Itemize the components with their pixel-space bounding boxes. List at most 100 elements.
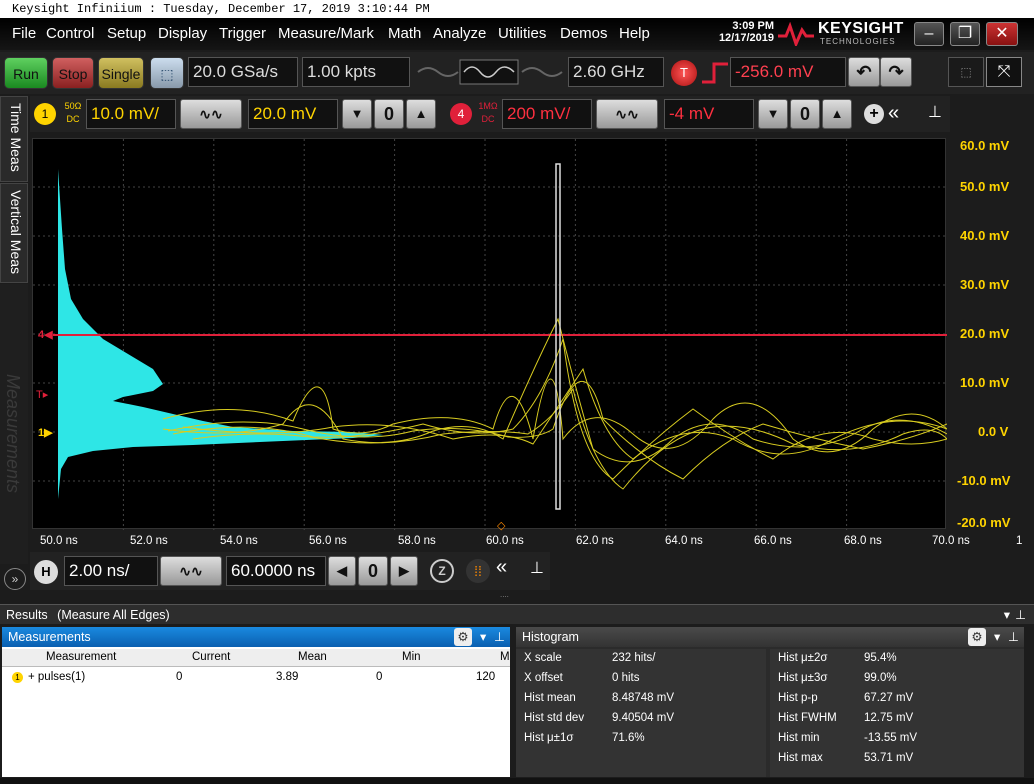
- ch4-ground-marker[interactable]: 4◀: [38, 328, 53, 341]
- stop-button[interactable]: Stop: [52, 57, 94, 89]
- ch1-down-icon[interactable]: ▼: [342, 99, 372, 129]
- col-measurement[interactable]: Measurement: [46, 651, 116, 663]
- trigger-position-marker[interactable]: ◇: [497, 519, 505, 532]
- bandwidth-field[interactable]: 2.60 GHz: [568, 57, 664, 87]
- ch4-zero-icon[interactable]: 0: [790, 99, 820, 129]
- undo-icon[interactable]: ↶: [848, 57, 880, 87]
- menu-file[interactable]: File: [12, 25, 36, 42]
- sample-rate-field[interactable]: 20.0 GSa/s: [188, 57, 298, 87]
- stat-key: Hist mean: [524, 692, 576, 704]
- touch-gesture-icon[interactable]: ⤧: [986, 57, 1022, 87]
- menu-trigger[interactable]: Trigger: [219, 25, 266, 42]
- collapse-icon[interactable]: «: [888, 102, 899, 125]
- trigger-marker[interactable]: T▸: [36, 388, 48, 401]
- menu-demos[interactable]: Demos: [560, 25, 608, 42]
- ch1-zero-icon[interactable]: 0: [374, 99, 404, 129]
- histogram-pin-icon[interactable]: ⊥: [1008, 627, 1019, 647]
- col-current[interactable]: Current: [192, 651, 230, 663]
- col-mean[interactable]: Mean: [298, 651, 327, 663]
- horizontal-zoom-icon[interactable]: ∿∿: [160, 556, 222, 586]
- tab-vertical-meas[interactable]: Vertical Meas: [0, 183, 28, 283]
- measurements-settings-icon[interactable]: ⚙: [454, 628, 472, 646]
- ch4-badge[interactable]: 4: [450, 103, 472, 125]
- clock: 3:09 PM 12/17/2019: [700, 20, 774, 44]
- histogram-dropdown-icon[interactable]: ▾: [994, 627, 1000, 647]
- horizontal-bar: H 2.00 ns/ ∿∿ 60.0000 ns ◀ 0 ▶ Z ⁞⁞ « ⊥: [30, 552, 550, 590]
- ch4-coupling[interactable]: 1MΩ DC: [476, 100, 500, 126]
- minimize-button[interactable]: –: [914, 22, 944, 46]
- waveform-display[interactable]: [32, 138, 948, 530]
- x-tick: 66.0 ns: [754, 535, 792, 547]
- measurements-pin-icon[interactable]: ⊥: [494, 627, 505, 647]
- stat-value: 67.27 mV: [864, 692, 914, 704]
- stat-key: Hist μ±3σ: [778, 672, 828, 684]
- col-max[interactable]: M: [500, 651, 510, 663]
- trigger-level-field[interactable]: -256.0 mV: [730, 57, 846, 87]
- expand-panel-icon[interactable]: »: [4, 568, 26, 590]
- tab-time-meas[interactable]: Time Meas: [0, 96, 28, 182]
- horizontal-position-field[interactable]: 60.0000 ns: [226, 556, 326, 586]
- toolbar: Run Stop Single ⬚ 20.0 GSa/s 1.00 kpts 2…: [0, 52, 1034, 94]
- y-tick: 60.0 mV: [960, 138, 1010, 153]
- zoom-icon[interactable]: Z: [430, 559, 454, 583]
- ch4-up-icon[interactable]: ▲: [822, 99, 852, 129]
- autoscale-icon[interactable]: ⬚: [150, 57, 184, 89]
- maximize-button[interactable]: ❐: [950, 22, 980, 46]
- close-button[interactable]: ✕: [986, 22, 1018, 46]
- menu-measure-mark[interactable]: Measure/Mark: [278, 25, 374, 42]
- single-button[interactable]: Single: [98, 57, 144, 89]
- horizontal-left-icon[interactable]: ◀: [328, 556, 356, 586]
- x-tick: 68.0 ns: [844, 535, 882, 547]
- menu-help[interactable]: Help: [619, 25, 650, 42]
- horizontal-zero-icon[interactable]: 0: [358, 556, 388, 586]
- horizontal-badge[interactable]: H: [34, 560, 58, 584]
- table-row[interactable]: 1 + pulses(1) 0 3.89 0 120: [2, 669, 510, 687]
- run-button[interactable]: Run: [4, 57, 48, 89]
- pin-horizontal-icon[interactable]: ⊥: [530, 558, 544, 578]
- zoom-box-icon[interactable]: ⬚: [948, 57, 984, 87]
- ch1-ground-marker[interactable]: 1▶: [38, 426, 53, 439]
- tab-vertical-meas-label: Vertical Meas: [8, 190, 24, 275]
- redo-icon[interactable]: ↷: [880, 57, 912, 87]
- ch1-row-badge: 1: [12, 672, 23, 683]
- ch1-up-icon[interactable]: ▲: [406, 99, 436, 129]
- splitter-handle[interactable]: ....: [500, 591, 520, 599]
- ch1-offset-field[interactable]: 20.0 mV: [248, 99, 338, 129]
- y-tick: 40.0 mV: [960, 228, 1010, 243]
- horizontal-right-icon[interactable]: ▶: [390, 556, 418, 586]
- ch4-scale-field[interactable]: 200 mV/: [502, 99, 592, 129]
- memory-depth-field[interactable]: 1.00 kpts: [302, 57, 410, 87]
- trigger-button[interactable]: T: [671, 60, 697, 86]
- col-min[interactable]: Min: [402, 651, 421, 663]
- stat-key: Hist FWHM: [778, 712, 837, 724]
- ch4-waveform-icon[interactable]: ∿∿: [596, 99, 658, 129]
- menu-control[interactable]: Control: [46, 25, 94, 42]
- tab-measurements[interactable]: Measurements: [0, 284, 28, 564]
- pin-icon[interactable]: ⊥: [928, 102, 942, 122]
- ch1-badge[interactable]: 1: [34, 103, 56, 125]
- menu-display[interactable]: Display: [158, 25, 207, 42]
- ch4-down-icon[interactable]: ▼: [758, 99, 788, 129]
- measurement-current: 0: [176, 671, 183, 683]
- results-pin-icon[interactable]: ⊥: [1015, 605, 1026, 625]
- ch1-coupling[interactable]: 50Ω DC: [62, 100, 84, 126]
- ch1-scale-field[interactable]: 10.0 mV/: [86, 99, 176, 129]
- add-channel-icon[interactable]: +: [864, 104, 884, 124]
- histogram-settings-icon[interactable]: ⚙: [968, 628, 986, 646]
- y-tick: 30.0 mV: [960, 277, 1010, 292]
- measurements-dropdown-icon[interactable]: ▾: [480, 627, 486, 647]
- horizontal-scale-field[interactable]: 2.00 ns/: [64, 556, 158, 586]
- menu-analyze[interactable]: Analyze: [433, 25, 486, 42]
- stat-value: 12.75 mV: [864, 712, 914, 724]
- menu-setup[interactable]: Setup: [107, 25, 146, 42]
- collapse-horizontal-icon[interactable]: «: [496, 556, 507, 579]
- menu-math[interactable]: Math: [388, 25, 421, 42]
- results-dropdown-icon[interactable]: ▾: [1004, 605, 1010, 625]
- ch4-offset-field[interactable]: -4 mV: [664, 99, 754, 129]
- menu-utilities[interactable]: Utilities: [498, 25, 546, 42]
- stat-key: Hist μ±2σ: [778, 652, 828, 664]
- ch1-waveform-icon[interactable]: ∿∿: [180, 99, 242, 129]
- stat-value: 71.6%: [612, 732, 645, 744]
- stat-value: 53.71 mV: [864, 752, 914, 764]
- roll-mode-icon[interactable]: ⁞⁞: [466, 559, 490, 583]
